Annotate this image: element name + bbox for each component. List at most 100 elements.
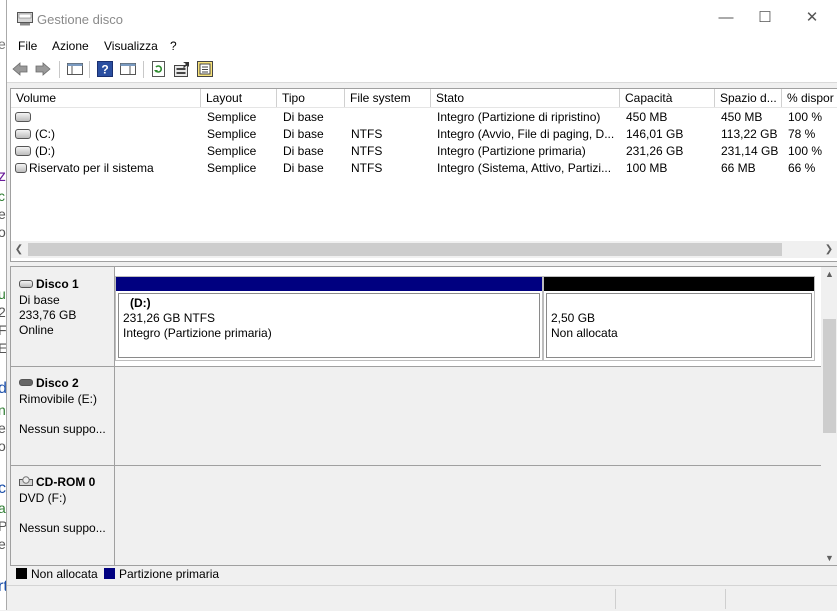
help-icon[interactable]: ? (97, 61, 113, 77)
properties-icon[interactable] (174, 61, 190, 77)
cell-file-system: NTFS (351, 161, 383, 175)
refresh-icon[interactable] (151, 61, 167, 77)
cell-type: Di base (283, 144, 324, 158)
cell-free-space: 66 MB (721, 161, 756, 175)
settings-list-icon[interactable] (197, 61, 213, 77)
cell-capacity: 146,01 GB (626, 127, 684, 141)
svg-text:?: ? (101, 63, 108, 77)
drive-icon (15, 128, 31, 139)
disk-label[interactable]: Disco 1 Di base 233,76 GB Online (11, 267, 115, 367)
partition-title: (D:) (130, 296, 151, 310)
menu-help[interactable]: ? (170, 39, 177, 53)
partition-status: Integro (Partizione primaria) (123, 326, 272, 340)
disk-empty-area (115, 466, 821, 565)
drive-icon (15, 145, 31, 156)
legend-swatch-primary (104, 568, 115, 579)
disk-state: Online (19, 323, 54, 337)
disk-state: Nessun suppo... (19, 422, 106, 436)
menu-action[interactable]: Azione (52, 39, 89, 53)
menu-view[interactable]: Visualizza (104, 39, 158, 53)
maximize-button[interactable]: ☐ (742, 0, 788, 36)
scroll-left-icon[interactable]: ❮ (11, 241, 27, 258)
forward-arrow-icon[interactable] (35, 61, 51, 77)
properties-pane-icon[interactable] (120, 61, 136, 77)
bg-fragment: e (0, 536, 6, 552)
disk-type: Rimovibile (E:) (19, 392, 98, 406)
partition-color-band (116, 277, 542, 291)
status-bar (7, 585, 837, 611)
cell-type: Di base (283, 127, 324, 141)
close-button[interactable]: ✕ (789, 0, 835, 36)
disk-label[interactable]: Disco 2 Rimovibile (E:) Nessun suppo... (11, 367, 115, 466)
cell-free-space: 231,14 GB (721, 144, 779, 158)
scrollbar-thumb[interactable] (823, 319, 836, 433)
column-header-layout[interactable]: Layout (201, 89, 277, 107)
disk-empty-area (115, 367, 821, 466)
partition-unallocated[interactable]: 2,50 GB Non allocata (543, 276, 815, 361)
cell-layout: Semplice (207, 161, 257, 175)
scroll-right-icon[interactable]: ❯ (821, 241, 837, 258)
header-divider (11, 107, 837, 108)
menu-bar: File Azione Visualizza ? (7, 36, 837, 56)
legend-label-primary: Partizione primaria (119, 567, 220, 581)
disk-icon (19, 280, 33, 288)
column-header-percent-free[interactable]: % dispor (782, 89, 837, 107)
disk-type: DVD (F:) (19, 491, 67, 505)
disk-partitions-area: (D:) 231,26 GB NTFS Integro (Partizione … (115, 267, 821, 367)
show-hide-console-tree-icon[interactable] (67, 61, 83, 77)
cell-status: Integro (Partizione di ripristino) (437, 110, 601, 124)
back-arrow-icon[interactable] (12, 61, 28, 77)
disk-label[interactable]: CD-ROM 0 DVD (F:) Nessun suppo... (11, 466, 115, 565)
disk-row: Disco 1 Di base 233,76 GB Online (D:) 23… (11, 267, 821, 367)
disk-name: CD-ROM 0 (36, 475, 96, 489)
cell-file-system: NTFS (351, 127, 383, 141)
volume-list[interactable]: Volume Layout Tipo File system Stato Cap… (10, 88, 837, 262)
menu-file[interactable]: File (18, 39, 37, 53)
cell-status: Integro (Avvio, File di paging, D... (437, 127, 615, 141)
removable-disk-icon (19, 379, 33, 386)
cell-layout: Semplice (207, 127, 257, 141)
bg-fragment: c (0, 188, 5, 204)
column-header-status[interactable]: Stato (431, 89, 620, 107)
toolbar-separator (89, 61, 90, 78)
cell-type: Di base (283, 110, 324, 124)
vertical-scrollbar[interactable]: ▲ ▼ (821, 267, 837, 565)
partition-color-band (544, 277, 814, 291)
scroll-down-icon[interactable]: ▼ (821, 551, 837, 565)
cell-percent-free: 100 % (788, 144, 823, 158)
disk-row: CD-ROM 0 DVD (F:) Nessun suppo... (11, 466, 821, 565)
disk-graphical-view[interactable]: Disco 1 Di base 233,76 GB Online (D:) 23… (10, 266, 837, 566)
partition-size: 2,50 GB (551, 311, 596, 325)
volume-name: Riservato per il sistema (29, 161, 154, 175)
cell-status: Integro (Partizione primaria) (437, 144, 586, 158)
partition-status: Non allocata (551, 326, 618, 340)
disk-size: 233,76 GB (19, 308, 77, 322)
column-header-volume[interactable]: Volume (11, 89, 201, 107)
table-row-volume[interactable] (15, 109, 35, 126)
title-bar[interactable]: Gestione disco — ☐ ✕ (7, 0, 837, 36)
toolbar-separator (59, 61, 60, 78)
scroll-up-icon[interactable]: ▲ (821, 267, 837, 281)
partition-d[interactable]: (D:) 231,26 GB NTFS Integro (Partizione … (115, 276, 543, 361)
cell-free-space: 450 MB (721, 110, 763, 124)
disk-management-window: Gestione disco — ☐ ✕ File Azione Visuali… (6, 0, 837, 611)
legend: Non allocata Partizione primaria (10, 565, 837, 583)
scrollbar-thumb[interactable] (28, 243, 782, 256)
disk-name: Disco 1 (36, 277, 79, 291)
column-header-free-space[interactable]: Spazio d... (715, 89, 782, 107)
cd-rom-icon (19, 476, 33, 486)
table-row-volume[interactable]: Riservato per il sistema (15, 160, 154, 177)
cell-percent-free: 100 % (788, 110, 823, 124)
partition-size: 231,26 GB NTFS (123, 311, 216, 325)
cell-layout: Semplice (207, 110, 257, 124)
column-header-type[interactable]: Tipo (277, 89, 345, 107)
horizontal-scrollbar[interactable]: ❮ ❯ (11, 241, 837, 258)
column-header-capacity[interactable]: Capacità (620, 89, 715, 107)
disk-management-app-icon (17, 12, 33, 26)
table-row-volume[interactable]: (D:) (15, 143, 55, 160)
table-row-volume[interactable]: (C:) (15, 126, 55, 143)
disk-row: Disco 2 Rimovibile (E:) Nessun suppo... (11, 367, 821, 466)
drive-icon (15, 162, 27, 173)
column-header-file-system[interactable]: File system (345, 89, 431, 107)
volume-name: (C:) (35, 127, 55, 141)
